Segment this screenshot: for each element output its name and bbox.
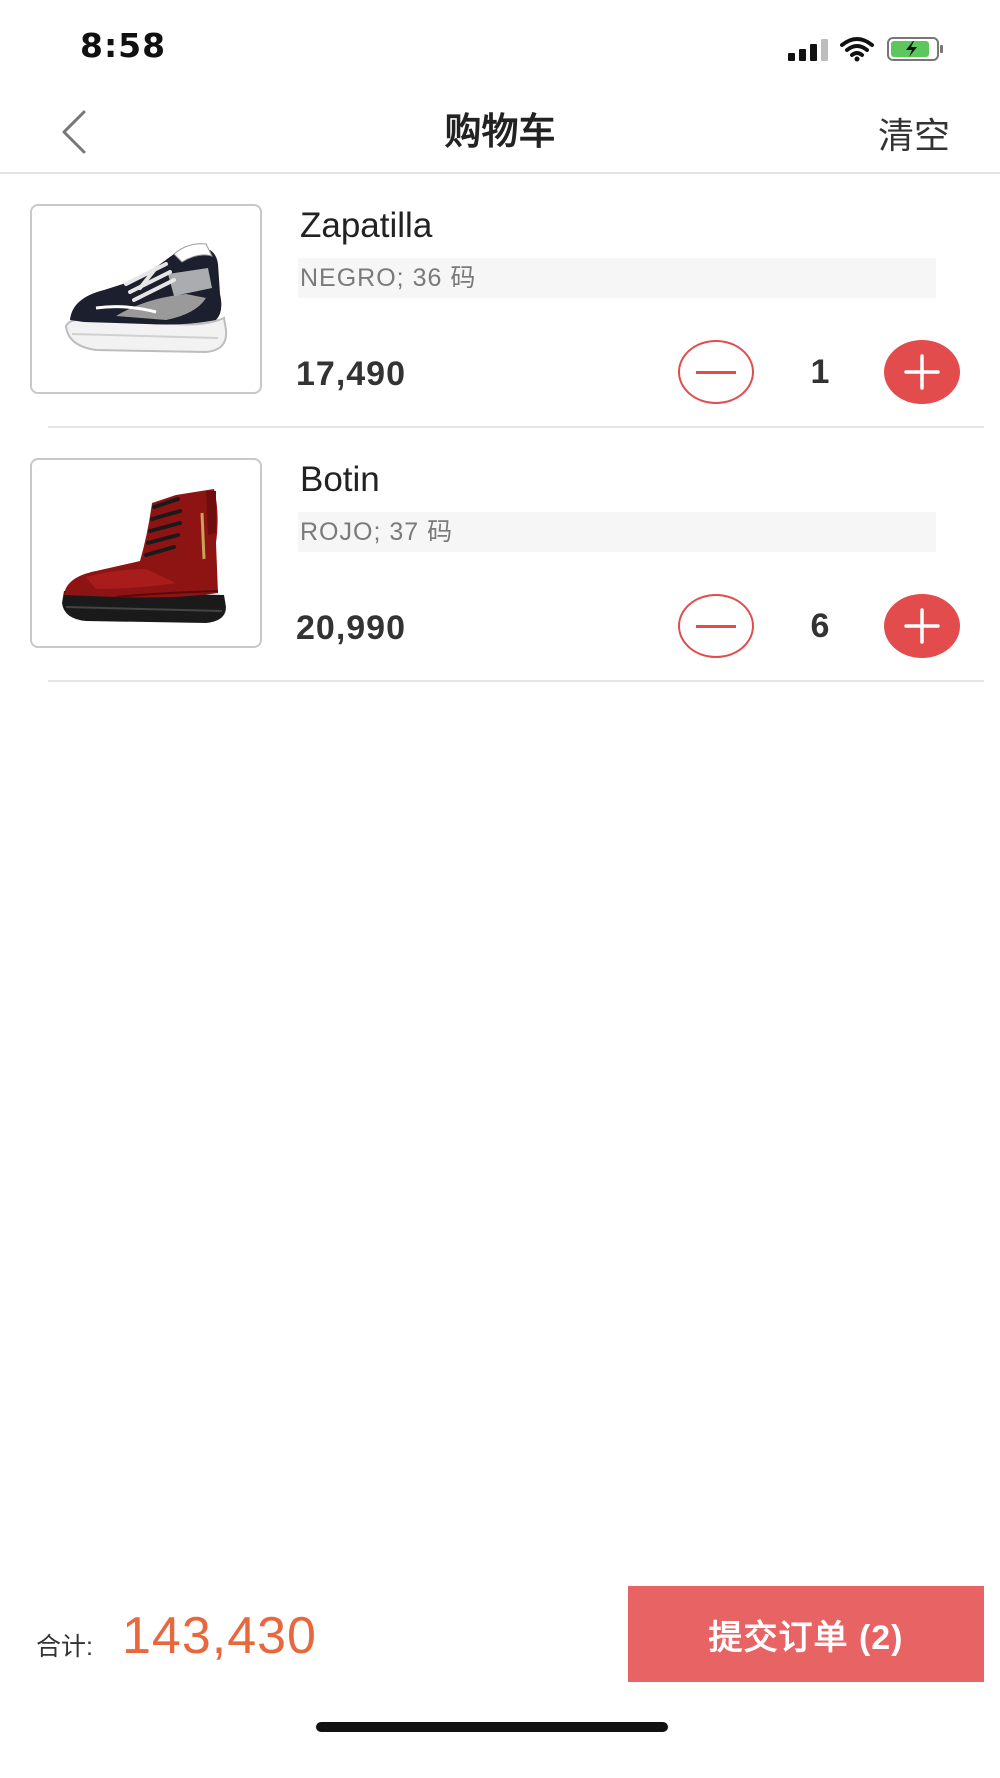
quantity-value: 6 <box>810 607 830 645</box>
cart-item: Zapatilla NEGRO; 36 码 17,490 1 <box>0 174 1000 428</box>
product-name[interactable]: Botin <box>300 458 380 502</box>
plus-icon <box>904 354 940 390</box>
minus-icon <box>696 624 736 628</box>
submit-order-button[interactable]: 提交订单 (2) <box>628 1586 984 1682</box>
sneaker-image <box>64 243 228 354</box>
home-indicator[interactable] <box>316 1722 668 1732</box>
checkout-bar: 合计: 143,430 提交订单 (2) <box>0 1586 1000 1686</box>
status-bar: 8:58 <box>0 0 1000 96</box>
total-amount: 143,430 <box>122 1607 317 1665</box>
product-variant: NEGRO; 36 码 <box>298 258 936 298</box>
battery-charging-icon <box>887 37 943 61</box>
wifi-icon <box>840 37 874 62</box>
product-price: 20,990 <box>296 609 406 647</box>
product-name[interactable]: Zapatilla <box>300 204 432 248</box>
status-icons <box>788 34 946 64</box>
plus-icon <box>904 608 940 644</box>
quantity-value: 1 <box>810 353 830 391</box>
product-thumbnail[interactable] <box>30 204 262 394</box>
boot-image <box>62 489 226 623</box>
total-label: 合计: <box>36 1633 93 1661</box>
minus-icon <box>696 370 736 374</box>
cellular-signal-icon <box>788 37 828 61</box>
decrease-quantity-button[interactable] <box>678 594 754 658</box>
clear-cart-button[interactable]: 清空 <box>878 106 950 166</box>
product-variant: ROJO; 37 码 <box>298 512 936 552</box>
cart-list: Zapatilla NEGRO; 36 码 17,490 1 Botin ROJ… <box>0 174 1000 682</box>
product-price: 17,490 <box>296 355 406 393</box>
page-title: 购物车 <box>444 111 556 152</box>
cart-item: Botin ROJO; 37 码 20,990 6 <box>0 428 1000 682</box>
status-time: 8:58 <box>80 26 167 65</box>
increase-quantity-button[interactable] <box>884 340 960 404</box>
product-thumbnail[interactable] <box>30 458 262 648</box>
increase-quantity-button[interactable] <box>884 594 960 658</box>
decrease-quantity-button[interactable] <box>678 340 754 404</box>
nav-bar: 购物车 清空 <box>0 96 1000 174</box>
